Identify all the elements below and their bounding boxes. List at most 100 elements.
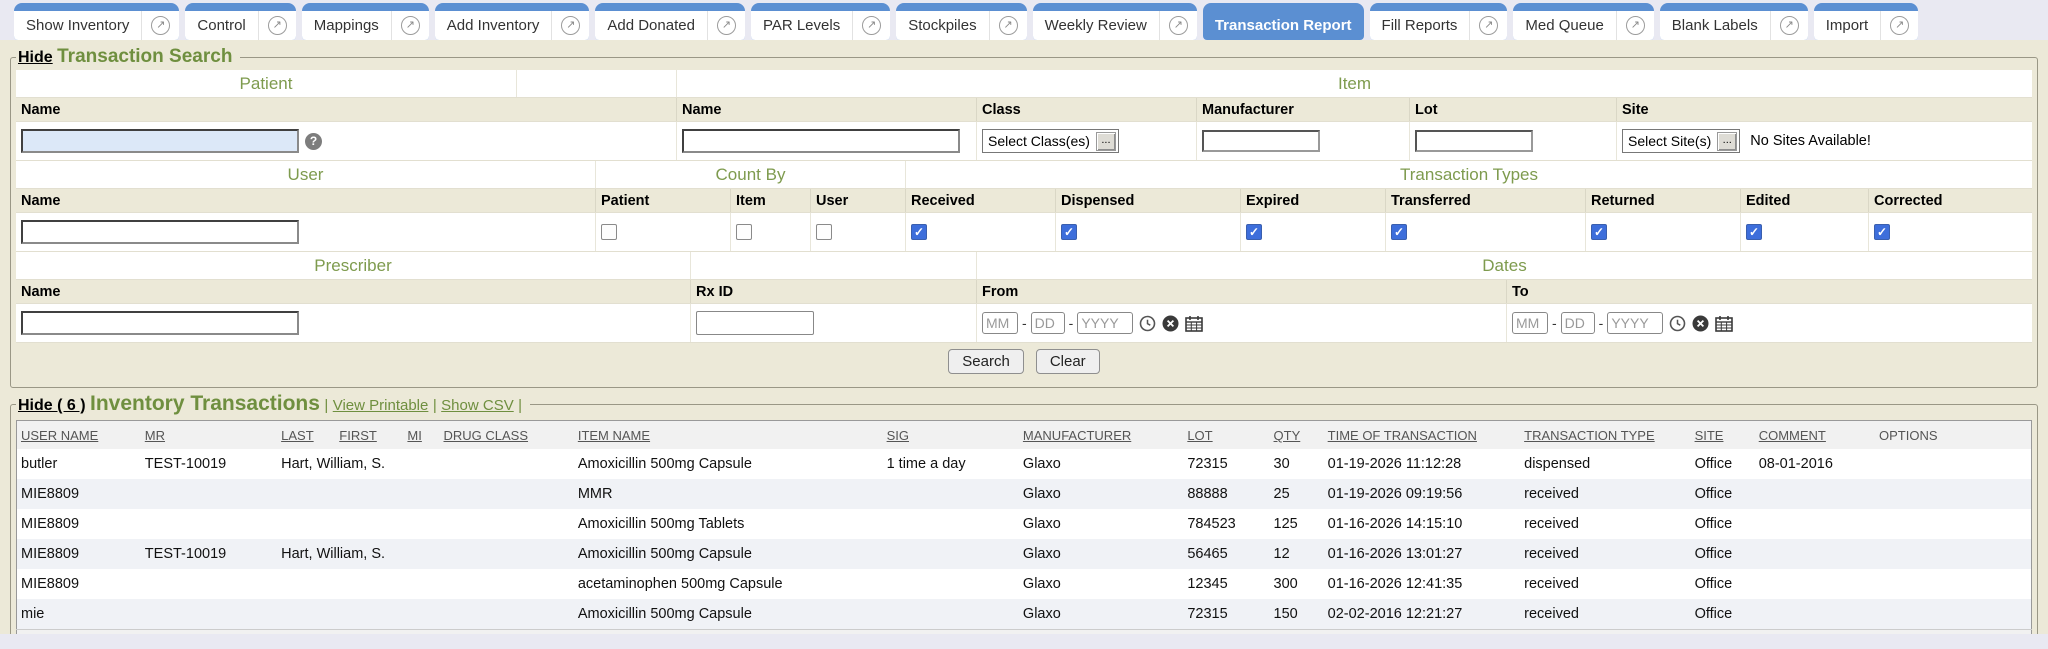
column-header-user_name[interactable]: USER NAME — [17, 421, 141, 450]
column-header-transaction_type[interactable]: TRANSACTION TYPE — [1520, 421, 1690, 450]
from-month-input[interactable] — [982, 312, 1018, 334]
external-link-icon[interactable]: ↗ — [717, 16, 736, 35]
column-header-comment[interactable]: COMMENT — [1755, 421, 1875, 450]
select-classes-ellipsis-button[interactable]: ... — [1096, 132, 1116, 151]
tab-par-levels[interactable]: PAR Levels↗ — [751, 3, 890, 40]
external-link-icon[interactable]: ↗ — [1626, 16, 1645, 35]
tab-med-queue[interactable]: Med Queue↗ — [1513, 3, 1653, 40]
tab-icon-divider: ↗ — [391, 11, 429, 40]
tab-import[interactable]: Import↗ — [1814, 3, 1919, 40]
cell-first — [335, 599, 403, 630]
external-link-icon[interactable]: ↗ — [1890, 16, 1909, 35]
from-clear-icon[interactable] — [1162, 315, 1179, 332]
search-button[interactable]: Search — [948, 349, 1024, 374]
column-header-first[interactable]: FIRST — [335, 421, 403, 450]
tab-mappings[interactable]: Mappings↗ — [302, 3, 429, 40]
cell-site: Office — [1691, 569, 1755, 599]
to-clear-icon[interactable] — [1692, 315, 1709, 332]
class-label: Class — [976, 98, 1196, 121]
search-header-row-2: User Count By Transaction Types — [16, 160, 2032, 188]
cell-comment — [1755, 479, 1875, 509]
to-year-input[interactable] — [1607, 312, 1663, 334]
column-header-mi[interactable]: MI — [403, 421, 439, 450]
user-name-cell — [16, 213, 595, 251]
external-link-icon[interactable]: ↗ — [1780, 16, 1799, 35]
tab-weekly-review[interactable]: Weekly Review↗ — [1033, 3, 1197, 40]
to-time-clock-icon[interactable] — [1669, 315, 1686, 332]
tab-fill-reports[interactable]: Fill Reports↗ — [1370, 3, 1508, 40]
from-year-input[interactable] — [1077, 312, 1133, 334]
from-day-input[interactable] — [1031, 312, 1065, 334]
cell-sig: 1 time a day — [883, 449, 1019, 479]
cell-mr — [141, 569, 277, 599]
manufacturer-input[interactable] — [1202, 130, 1320, 152]
select-classes-control[interactable]: Select Class(es) ... — [982, 129, 1119, 153]
column-header-time_of_transaction[interactable]: TIME OF TRANSACTION — [1324, 421, 1520, 450]
section-header-transaction-types: Transaction Types — [905, 161, 2032, 188]
help-icon[interactable]: ? — [305, 133, 322, 150]
lot-input[interactable] — [1415, 130, 1533, 152]
select-sites-control[interactable]: Select Site(s) ... — [1622, 129, 1740, 153]
tab-body: PAR Levels↗ — [751, 11, 890, 40]
tab-add-inventory[interactable]: Add Inventory↗ — [435, 3, 590, 40]
from-time-clock-icon[interactable] — [1139, 315, 1156, 332]
column-header-qty[interactable]: QTY — [1270, 421, 1324, 450]
rx-id-input[interactable] — [696, 311, 814, 335]
cell-item_name: Amoxicillin 500mg Capsule — [574, 539, 883, 569]
external-link-icon[interactable]: ↗ — [1479, 16, 1498, 35]
tab-icon-divider: ↗ — [707, 11, 745, 40]
external-link-icon[interactable]: ↗ — [151, 16, 170, 35]
count-by-item-checkbox[interactable] — [736, 224, 752, 240]
patient-name-input[interactable] — [21, 129, 299, 153]
type-edited-checkbox[interactable]: ✓ — [1746, 224, 1762, 240]
type-expired-checkbox[interactable]: ✓ — [1246, 224, 1262, 240]
clear-button[interactable]: Clear — [1036, 349, 1100, 374]
column-header-lot[interactable]: LOT — [1183, 421, 1269, 450]
external-link-icon[interactable]: ↗ — [999, 16, 1018, 35]
cell-mr — [141, 509, 277, 539]
tab-transaction-report[interactable]: Transaction Report — [1203, 3, 1364, 40]
prescriber-name-input[interactable] — [21, 311, 299, 335]
external-link-icon[interactable]: ↗ — [862, 16, 881, 35]
cell-drug_class — [440, 569, 574, 599]
tab-stockpiles[interactable]: Stockpiles↗ — [896, 3, 1026, 40]
column-header-drug_class[interactable]: DRUG CLASS — [440, 421, 574, 450]
column-header-item_name[interactable]: ITEM NAME — [574, 421, 883, 450]
column-header-manufacturer[interactable]: MANUFACTURER — [1019, 421, 1183, 450]
hide-transactions-link[interactable]: Hide ( 6 ) — [18, 397, 86, 414]
tab-control[interactable]: Control↗ — [185, 3, 295, 40]
type-returned-checkbox[interactable]: ✓ — [1591, 224, 1607, 240]
type-transferred-checkbox[interactable]: ✓ — [1391, 224, 1407, 240]
view-printable-link[interactable]: View Printable — [333, 397, 429, 414]
external-link-icon[interactable]: ↗ — [268, 16, 287, 35]
external-link-icon[interactable]: ↗ — [1169, 16, 1188, 35]
tab-label: Show Inventory — [14, 17, 141, 34]
tab-blank-labels[interactable]: Blank Labels↗ — [1660, 3, 1808, 40]
cell-last: Hart, William, S. — [277, 449, 335, 479]
to-day-input[interactable] — [1561, 312, 1595, 334]
column-header-options: OPTIONS — [1875, 421, 2031, 450]
from-calendar-icon[interactable] — [1185, 315, 1203, 332]
count-by-patient-checkbox[interactable] — [601, 224, 617, 240]
show-csv-link[interactable]: Show CSV — [441, 397, 514, 414]
column-header-site[interactable]: SITE — [1691, 421, 1755, 450]
type-dispensed-checkbox[interactable]: ✓ — [1061, 224, 1077, 240]
to-calendar-icon[interactable] — [1715, 315, 1733, 332]
type-corrected-checkbox[interactable]: ✓ — [1874, 224, 1890, 240]
item-name-input[interactable] — [682, 129, 960, 153]
column-header-sig[interactable]: SIG — [883, 421, 1019, 450]
tab-show-inventory[interactable]: Show Inventory ↗ — [14, 3, 179, 40]
count-by-user-checkbox[interactable] — [816, 224, 832, 240]
type-received-checkbox[interactable]: ✓ — [911, 224, 927, 240]
to-month-input[interactable] — [1512, 312, 1548, 334]
select-sites-ellipsis-button[interactable]: ... — [1717, 132, 1737, 151]
tab-add-donated[interactable]: Add Donated↗ — [595, 3, 745, 40]
search-input-row-1: ? Select Class(es) ... Select Site(s) — [16, 121, 2032, 160]
user-name-input[interactable] — [21, 220, 299, 244]
external-link-icon[interactable]: ↗ — [401, 16, 420, 35]
external-link-icon[interactable]: ↗ — [561, 16, 580, 35]
cell-time_of_transaction: 01-16-2026 12:41:35 — [1324, 569, 1520, 599]
column-header-mr[interactable]: MR — [141, 421, 277, 450]
column-header-last[interactable]: LAST — [277, 421, 335, 450]
hide-search-link[interactable]: Hide — [18, 49, 53, 66]
